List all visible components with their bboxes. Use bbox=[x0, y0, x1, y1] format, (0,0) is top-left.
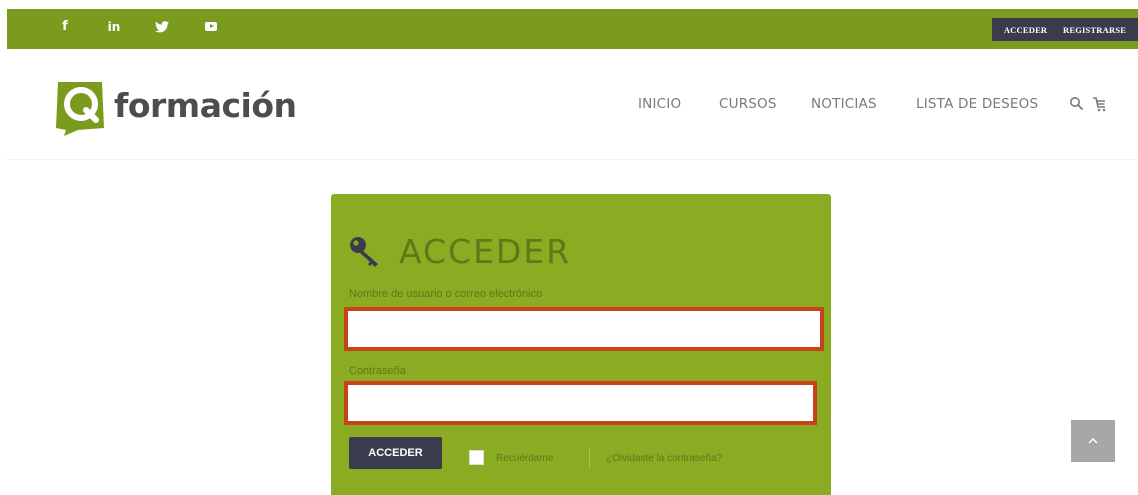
chevron-up-icon bbox=[1088, 438, 1098, 444]
twitter-icon[interactable] bbox=[152, 17, 172, 37]
top-auth-links: ACCEDER REGISTRARSE bbox=[992, 18, 1138, 41]
key-icon bbox=[350, 237, 378, 267]
password-field-frame bbox=[344, 381, 817, 425]
facebook-icon[interactable]: f bbox=[55, 17, 75, 37]
form-divider bbox=[589, 447, 590, 469]
search-icon[interactable] bbox=[1069, 96, 1083, 112]
nav-item-noticias[interactable]: NOTICIAS bbox=[811, 96, 877, 112]
linkedin-icon[interactable]: in bbox=[104, 17, 124, 37]
username-input[interactable] bbox=[348, 311, 820, 347]
lost-password-link[interactable]: ¿Olvidaste la contraseña? bbox=[606, 453, 722, 464]
username-field-frame bbox=[344, 307, 824, 351]
top-login-link[interactable]: ACCEDER bbox=[1004, 25, 1047, 35]
top-bar: f in ACCEDER REGISTRARSE bbox=[7, 9, 1138, 49]
header-divider bbox=[7, 159, 1138, 160]
nav-item-lista-de-deseos[interactable]: LISTA DE DESEOS bbox=[916, 96, 1038, 112]
login-submit-button[interactable]: ACCEDER bbox=[349, 437, 442, 469]
login-panel: ACCEDER Nombre de usuario o correo elect… bbox=[331, 194, 831, 495]
nav-item-inicio[interactable]: INICIO bbox=[638, 96, 681, 112]
scroll-top-button[interactable] bbox=[1071, 420, 1115, 462]
top-register-link[interactable]: REGISTRARSE bbox=[1063, 25, 1126, 35]
username-label: Nombre de usuario o correo electrónico bbox=[349, 288, 543, 300]
login-title: ACCEDER bbox=[399, 232, 572, 271]
password-label: Contraseña bbox=[349, 365, 406, 377]
logo-mark-icon bbox=[56, 82, 104, 136]
remember-me-checkbox[interactable] bbox=[469, 450, 484, 465]
youtube-icon[interactable] bbox=[201, 17, 221, 37]
cart-icon[interactable] bbox=[1091, 96, 1107, 112]
remember-me-label[interactable]: Recuérdame bbox=[496, 453, 553, 464]
logo-text: formación bbox=[114, 86, 297, 125]
password-input[interactable] bbox=[348, 385, 813, 421]
nav-item-cursos[interactable]: CURSOS bbox=[719, 96, 777, 112]
